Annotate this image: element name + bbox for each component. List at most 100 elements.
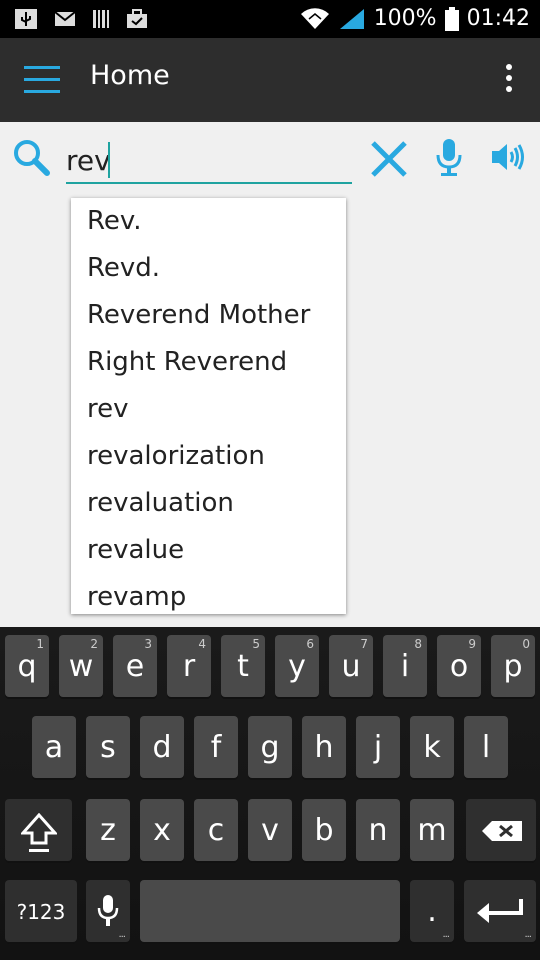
battery-percent: 100% [373, 6, 437, 31]
key-label: l [481, 730, 491, 765]
voice-input-key[interactable]: ... [86, 880, 130, 942]
search-bar [0, 122, 540, 194]
search-icon[interactable] [12, 138, 52, 178]
microphone-icon[interactable] [436, 138, 462, 178]
key-y[interactable]: y6 [275, 635, 319, 697]
key-label: s [100, 730, 116, 765]
shift-icon [21, 813, 57, 852]
autocomplete-dropdown: Rev. Revd. Reverend Mother Right Reverend re… [71, 198, 346, 614]
key-q[interactable]: q1 [5, 635, 49, 697]
period-key[interactable]: . ... [410, 880, 454, 942]
enter-icon [477, 899, 523, 923]
signal-icon [339, 8, 364, 29]
key-g[interactable]: g [248, 716, 292, 778]
text-caret [108, 142, 110, 178]
briefcase-icon [127, 9, 147, 28]
key-m[interactable]: m [410, 799, 454, 861]
key-o[interactable]: o9 [437, 635, 481, 697]
more-vert-icon[interactable] [504, 64, 512, 96]
period-key-label: . [427, 894, 437, 929]
clock: 01:42 [466, 6, 530, 31]
suggestion-item[interactable]: Rev. [71, 198, 346, 245]
key-c[interactable]: c [194, 799, 238, 861]
suggestion-item[interactable]: rev [71, 386, 346, 433]
key-hint: 0 [522, 637, 530, 651]
key-label: q [17, 649, 37, 684]
suggestion-item[interactable]: Reverend Mother [71, 292, 346, 339]
key-b[interactable]: b [302, 799, 346, 861]
key-hint: 2 [90, 637, 98, 651]
key-f[interactable]: f [194, 716, 238, 778]
key-more-dots: ... [118, 929, 125, 940]
key-a[interactable]: a [32, 716, 76, 778]
microphone-icon [97, 895, 119, 926]
status-bar-notifications [14, 8, 148, 30]
key-n[interactable]: n [356, 799, 400, 861]
key-label: f [210, 730, 222, 765]
key-label: h [314, 730, 334, 765]
suggestion-item[interactable]: revalue [71, 527, 346, 574]
key-w[interactable]: w2 [59, 635, 103, 697]
battery-icon [444, 6, 459, 31]
shift-key[interactable] [5, 799, 72, 861]
key-z[interactable]: z [86, 799, 130, 861]
key-label: w [68, 649, 94, 684]
key-label: v [261, 813, 279, 848]
key-label: b [314, 813, 334, 848]
key-hint: 5 [252, 637, 260, 651]
key-label: i [400, 649, 410, 684]
key-j[interactable]: j [356, 716, 400, 778]
key-x[interactable]: x [140, 799, 184, 861]
suggestion-item[interactable]: Revd. [71, 245, 346, 292]
key-s[interactable]: s [86, 716, 130, 778]
suggestion-item[interactable]: Right Reverend [71, 339, 346, 386]
key-t[interactable]: t5 [221, 635, 265, 697]
key-label: j [373, 730, 383, 765]
suggestion-item[interactable]: revalorization [71, 433, 346, 480]
symbols-key[interactable]: ?123 [5, 880, 77, 942]
key-label: k [423, 730, 441, 765]
key-label: a [44, 730, 64, 765]
key-label: m [417, 813, 447, 848]
key-u[interactable]: u7 [329, 635, 373, 697]
key-label: g [260, 730, 280, 765]
key-v[interactable]: v [248, 799, 292, 861]
key-hint: 7 [360, 637, 368, 651]
page-title: Home [90, 60, 170, 91]
key-hint: 3 [144, 637, 152, 651]
app-bar: Home [0, 38, 540, 122]
key-d[interactable]: d [140, 716, 184, 778]
search-field[interactable] [66, 140, 352, 184]
key-label: p [503, 649, 523, 684]
soft-keyboard: ?123 ... . ... ... q1w2e3r4t5y6u7i8o9p0a… [0, 627, 540, 960]
speaker-icon[interactable] [490, 142, 526, 172]
key-label: u [341, 649, 361, 684]
key-k[interactable]: k [410, 716, 454, 778]
key-more-dots: ... [442, 929, 449, 940]
key-l[interactable]: l [464, 716, 508, 778]
key-i[interactable]: i8 [383, 635, 427, 697]
clear-icon[interactable] [370, 140, 408, 178]
key-label: z [100, 813, 116, 848]
barcode-icon [93, 10, 109, 28]
key-label: c [207, 813, 225, 848]
key-r[interactable]: r4 [167, 635, 211, 697]
key-h[interactable]: h [302, 716, 346, 778]
mail-icon [54, 11, 76, 26]
hamburger-menu-icon[interactable] [24, 64, 62, 98]
key-hint: 8 [414, 637, 422, 651]
suggestion-item[interactable]: revamp [71, 574, 346, 614]
key-label: e [125, 649, 145, 684]
key-hint: 9 [468, 637, 476, 651]
key-label: r [182, 649, 196, 684]
space-key[interactable] [140, 880, 400, 942]
key-e[interactable]: e3 [113, 635, 157, 697]
enter-key[interactable]: ... [464, 880, 536, 942]
status-bar: 100% 01:42 [0, 0, 540, 38]
key-p[interactable]: p0 [491, 635, 535, 697]
usb-icon [15, 9, 37, 29]
key-label: y [288, 649, 306, 684]
backspace-key[interactable] [466, 799, 536, 861]
suggestion-item[interactable]: revaluation [71, 480, 346, 527]
backspace-icon [482, 821, 522, 841]
